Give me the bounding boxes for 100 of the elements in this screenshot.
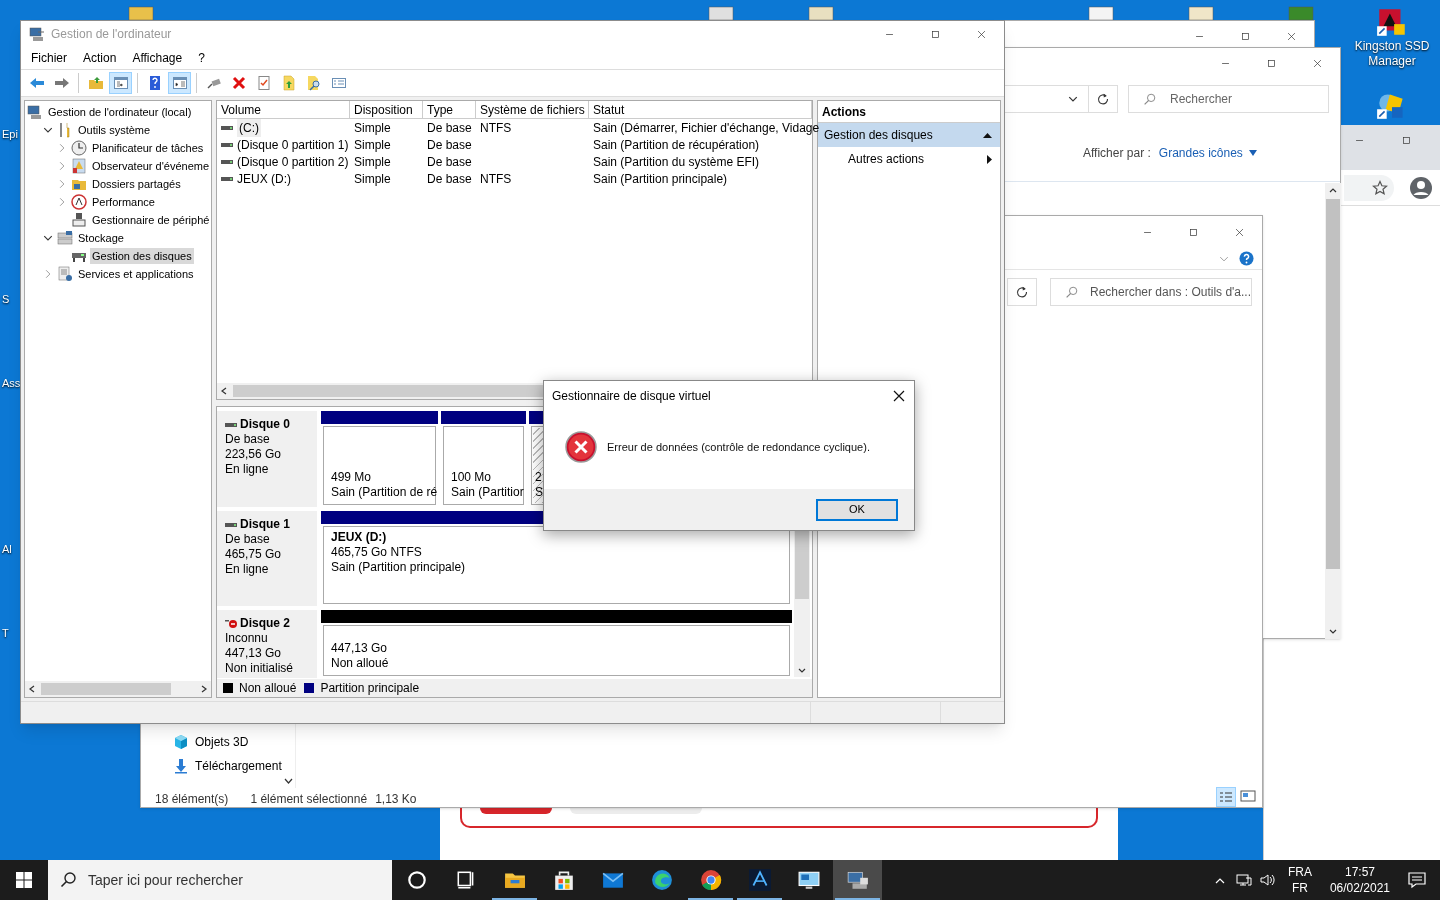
close-icon <box>1311 57 1323 69</box>
scrollbar-thumb[interactable] <box>41 683 171 695</box>
close-icon <box>893 390 905 402</box>
search-field[interactable]: Taper ici pour rechercher <box>48 860 392 900</box>
speaker-icon[interactable] <box>1259 872 1276 888</box>
tree-item[interactable]: Planificateur de tâches <box>90 140 206 156</box>
tree-item[interactable]: Gestion de l'ordinateur (local) <box>46 104 194 120</box>
tree-item[interactable]: Performance <box>90 194 157 210</box>
legend-label: Non alloué <box>239 680 297 697</box>
export-icon <box>280 75 297 91</box>
shortcut-label[interactable]: Al <box>2 542 12 556</box>
file-size: 1,13 Ko <box>375 791 417 808</box>
tools-icon <box>57 122 73 138</box>
shortcut-label[interactable]: T <box>2 626 9 640</box>
partition-detail: 100 Mo <box>451 470 493 485</box>
drive-icon <box>221 124 233 131</box>
shortcut-label[interactable]: Kingston SSD Manager <box>1352 39 1432 69</box>
chevron-down-icon[interactable] <box>798 668 806 674</box>
partition-detail: 447,13 Go <box>331 641 389 656</box>
maximize-icon <box>929 28 941 40</box>
clock[interactable]: 17:57 06/02/2021 <box>1329 864 1390 896</box>
chevron-right-icon[interactable] <box>201 685 207 693</box>
disk-detail: 465,75 Go <box>225 547 283 562</box>
address-bar[interactable] <box>1344 175 1394 201</box>
task-link[interactable]: Autres actions <box>818 147 1000 171</box>
menu-item[interactable]: Fichier <box>25 47 73 69</box>
help-icon[interactable] <box>1239 251 1254 266</box>
language-button[interactable]: FRA FR <box>1287 864 1312 896</box>
table-cell-text: Simple <box>354 153 391 171</box>
column-header[interactable]: Volume <box>217 101 350 118</box>
table-cell-text: Sain (Partition principale) <box>593 170 728 188</box>
nav-item[interactable]: Objets 3D <box>195 733 249 751</box>
refresh-icon <box>1097 93 1109 105</box>
clock-icon <box>71 140 87 156</box>
close-icon <box>1233 226 1245 238</box>
close-icon <box>975 28 987 40</box>
notification-icon[interactable] <box>1408 871 1426 889</box>
table-cell-text: Simple <box>354 119 391 137</box>
search-field[interactable]: Rechercher <box>1128 85 1329 113</box>
menu-item[interactable]: Action <box>77 47 123 69</box>
table-cell-text: De base <box>427 136 472 154</box>
chevron-left-icon[interactable] <box>29 685 35 693</box>
chevron-down-icon[interactable] <box>43 125 53 135</box>
circle-icon <box>405 869 428 891</box>
column-header[interactable]: Statut <box>589 101 812 118</box>
scrollbar-thumb[interactable] <box>1326 199 1340 569</box>
shortcut-label[interactable]: S <box>2 292 10 306</box>
chevron-down-icon[interactable] <box>43 233 53 243</box>
caret-up-icon <box>983 132 992 138</box>
tree-item[interactable]: Dossiers partagés <box>90 176 183 192</box>
column-header[interactable]: Disposition <box>350 101 423 118</box>
shortcut-label[interactable]: Ass <box>2 376 21 390</box>
search-icon <box>1065 285 1078 299</box>
partition-detail: Sain (Partitior <box>451 485 522 500</box>
table-cell-text: NTFS <box>480 170 512 188</box>
tree-item[interactable]: Observateur d'événeme <box>90 158 211 174</box>
properties-icon <box>255 75 272 91</box>
menu-item[interactable]: ? <box>192 47 211 69</box>
view-dropdown[interactable]: Grandes icônes <box>1158 144 1257 162</box>
partition-detail: Non alloué <box>331 656 390 671</box>
column-header[interactable]: Type <box>423 101 476 118</box>
chevron-down-icon[interactable] <box>284 778 293 784</box>
network-icon[interactable] <box>1235 872 1252 888</box>
toolbar-button[interactable] <box>109 72 132 94</box>
caret-right-icon <box>987 154 992 164</box>
refresh-button[interactable] <box>1088 85 1118 113</box>
chevron-left-icon[interactable] <box>221 387 227 395</box>
column-header[interactable]: Système de fichiers <box>476 101 589 118</box>
ok-button[interactable]: OK <box>816 498 898 521</box>
tree-item[interactable]: Gestionnaire de périphé <box>90 212 211 228</box>
device-icon <box>71 212 87 228</box>
disk-detail: Inconnu <box>225 631 269 646</box>
star-icon[interactable] <box>1372 180 1388 196</box>
menu-item[interactable]: Affichage <box>126 47 189 69</box>
table-cell-text: De base <box>427 119 472 137</box>
tree-item[interactable]: Gestion des disques <box>90 248 194 264</box>
tree-item[interactable]: Stockage <box>76 230 126 246</box>
large-icons-view-icon[interactable] <box>1240 788 1256 804</box>
nav-item[interactable]: Téléchargement <box>195 757 282 775</box>
task-link[interactable]: Gestion des disques <box>818 123 1000 147</box>
details-view-icon[interactable] <box>1216 787 1236 807</box>
drive-icon <box>221 158 233 165</box>
shortcut-label[interactable]: Epi <box>2 127 18 141</box>
monitor-icon <box>797 869 820 891</box>
table-cell-text: Sain (Partition du système EFI) <box>593 153 760 171</box>
table-cell-text: Simple <box>354 136 391 154</box>
profile-icon[interactable] <box>1409 176 1433 200</box>
refresh-button[interactable] <box>1007 278 1037 306</box>
back-arrow-icon <box>28 75 45 91</box>
disk-detail: De base <box>225 532 271 547</box>
shopping-bag-icon <box>552 869 575 891</box>
windows-logo-icon <box>16 872 32 888</box>
download-icon <box>173 758 189 774</box>
search-field[interactable]: Rechercher dans : Outils d'a... <box>1050 278 1252 306</box>
toolbar-button[interactable] <box>168 72 191 94</box>
cube-icon <box>173 734 189 750</box>
tree-item[interactable]: Outils système <box>76 122 153 138</box>
maximize-icon <box>1187 226 1199 238</box>
disk-name: Disque 1 <box>240 517 290 532</box>
tree-item[interactable]: Services et applications <box>76 266 196 282</box>
